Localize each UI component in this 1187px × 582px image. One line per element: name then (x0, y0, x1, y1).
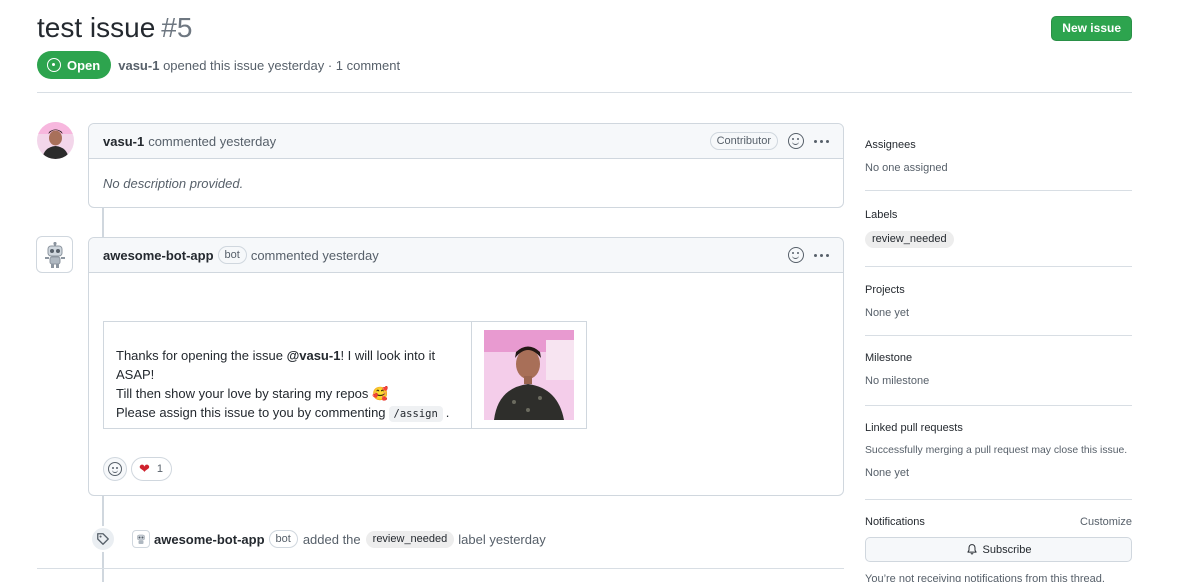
header-divider (37, 92, 1132, 93)
assignees-value: No one assigned (865, 162, 948, 174)
sidebar-milestone[interactable]: Milestone No milestone (865, 336, 1132, 406)
bot-message-text: Thanks for opening the issue @vasu-1! I … (104, 322, 472, 428)
smiley-icon (108, 462, 122, 476)
notifications-note: You’re not receiving notifications from … (865, 573, 1105, 582)
linked-prs-value: None yet (865, 467, 910, 479)
contributor-badge: Contributor (709, 132, 778, 150)
linked-prs-description: Successfully merging a pull request may … (865, 445, 1128, 456)
line3-suffix: . (445, 405, 450, 420)
comment-header: awesome-bot-app bot commented yesterday (89, 238, 843, 273)
projects-heading[interactable]: Projects (865, 284, 1132, 296)
bell-icon (966, 544, 977, 555)
comment-body: No description provided. (103, 176, 244, 191)
issue-sidebar: Assignees No one assigned Labels review_… (865, 123, 1132, 582)
sidebar-assignees[interactable]: Assignees No one assigned (865, 123, 1132, 191)
issue-opened-icon (47, 58, 61, 72)
mini-robot-icon[interactable] (132, 530, 150, 548)
bot-badge: bot (217, 246, 247, 264)
avatar-vasu-1[interactable] (37, 122, 74, 159)
sidebar-projects[interactable]: Projects None yet (865, 267, 1132, 336)
assignees-heading[interactable]: Assignees (865, 139, 1132, 151)
bot-message-line-1: Thanks for opening the issue @vasu-1! I … (116, 346, 459, 384)
tag-icon (90, 526, 116, 552)
label-event: awesome-bot-app bot added the review_nee… (90, 526, 546, 552)
comment-options-icon[interactable] (814, 253, 829, 257)
new-issue-button[interactable]: New issue (1051, 15, 1132, 41)
title-row: test issue #5 New issue (37, 8, 1132, 48)
sidebar-label-review-needed[interactable]: review_needed (865, 231, 954, 248)
bot-message-table: Thanks for opening the issue @vasu-1! I … (103, 321, 587, 429)
bot-message-line-3: Please assign this issue to you by comme… (116, 403, 459, 424)
comment-header: vasu-1 commented yesterday Contributor (89, 124, 843, 159)
comment-timestamp[interactable]: commented yesterday (148, 134, 276, 149)
issue-author-link[interactable]: vasu-1 (118, 58, 159, 73)
subscribe-button[interactable]: Subscribe (865, 537, 1132, 562)
line1-prefix: Thanks for opening the issue (116, 348, 287, 363)
reactions-bar: ❤ 1 (103, 457, 173, 481)
issue-meta: Open vasu-1 opened this issue yesterday … (37, 50, 1132, 80)
heart-reaction-count: 1 (156, 463, 164, 475)
linked-prs-heading[interactable]: Linked pull requests (865, 422, 1132, 434)
user-photo-image (484, 330, 574, 420)
bot-badge: bot (268, 530, 298, 548)
issue-header: test issue #5 New issue Open vasu-1 opene… (37, 8, 1132, 80)
issue-opened-text: opened this issue yesterday · 1 comment (163, 57, 401, 73)
comment-author[interactable]: awesome-bot-app (103, 248, 214, 263)
event-text-after[interactable]: label yesterday (458, 532, 545, 547)
add-reaction-button[interactable] (103, 457, 127, 481)
event-text-before: added the (302, 531, 361, 547)
label-review-needed[interactable]: review_needed (365, 530, 455, 548)
notifications-heading: Notifications (865, 516, 925, 528)
comment-author[interactable]: vasu-1 (103, 134, 144, 149)
comment-timestamp[interactable]: commented yesterday (251, 248, 379, 263)
assign-command-code: /assign (388, 406, 443, 422)
timeline-bottom-divider (37, 568, 844, 569)
issue-number: #5 (161, 12, 193, 43)
line3-prefix: Please assign this issue to you by comme… (116, 405, 386, 420)
heart-icon: ❤ (139, 461, 150, 476)
sidebar-linked-prs[interactable]: Linked pull requests Successfully mergin… (865, 406, 1132, 500)
add-reaction-icon[interactable] (788, 133, 804, 149)
issue-state-label: Open (67, 57, 101, 73)
projects-value: None yet (865, 307, 910, 319)
comment-awesome-bot-app: awesome-bot-app bot commented yesterday … (88, 237, 844, 496)
issue-meta-text: vasu-1 opened this issue yesterday · 1 c… (118, 58, 400, 73)
avatar-awesome-bot-app[interactable] (36, 236, 73, 273)
add-reaction-icon[interactable] (788, 247, 804, 263)
milestone-value: No milestone (865, 375, 930, 387)
bot-message-line-2: Till then show your love by staring my r… (116, 386, 389, 401)
avatar-vasu-1-image (37, 122, 74, 159)
event-actor[interactable]: awesome-bot-app (154, 532, 265, 547)
heart-reaction-button[interactable]: ❤ 1 (131, 457, 173, 481)
robot-icon (44, 241, 65, 268)
customize-link[interactable]: Customize (1080, 516, 1132, 528)
issue-state-badge: Open (37, 51, 112, 79)
subscribe-label: Subscribe (982, 543, 1032, 556)
milestone-heading[interactable]: Milestone (865, 352, 1132, 364)
comment-vasu-1: vasu-1 commented yesterday Contributor N… (88, 123, 844, 208)
sidebar-labels[interactable]: Labels review_needed (865, 191, 1132, 267)
bot-message-image-cell (472, 322, 586, 428)
issue-title-text: test issue (37, 12, 156, 43)
issue-title: test issue #5 (37, 12, 192, 44)
sidebar-notifications: Notifications Customize Subscribe You’re… (865, 500, 1132, 582)
labels-heading[interactable]: Labels (865, 209, 1132, 221)
comment-options-icon[interactable] (814, 139, 829, 143)
mention-vasu-1[interactable]: @vasu-1 (287, 348, 341, 363)
